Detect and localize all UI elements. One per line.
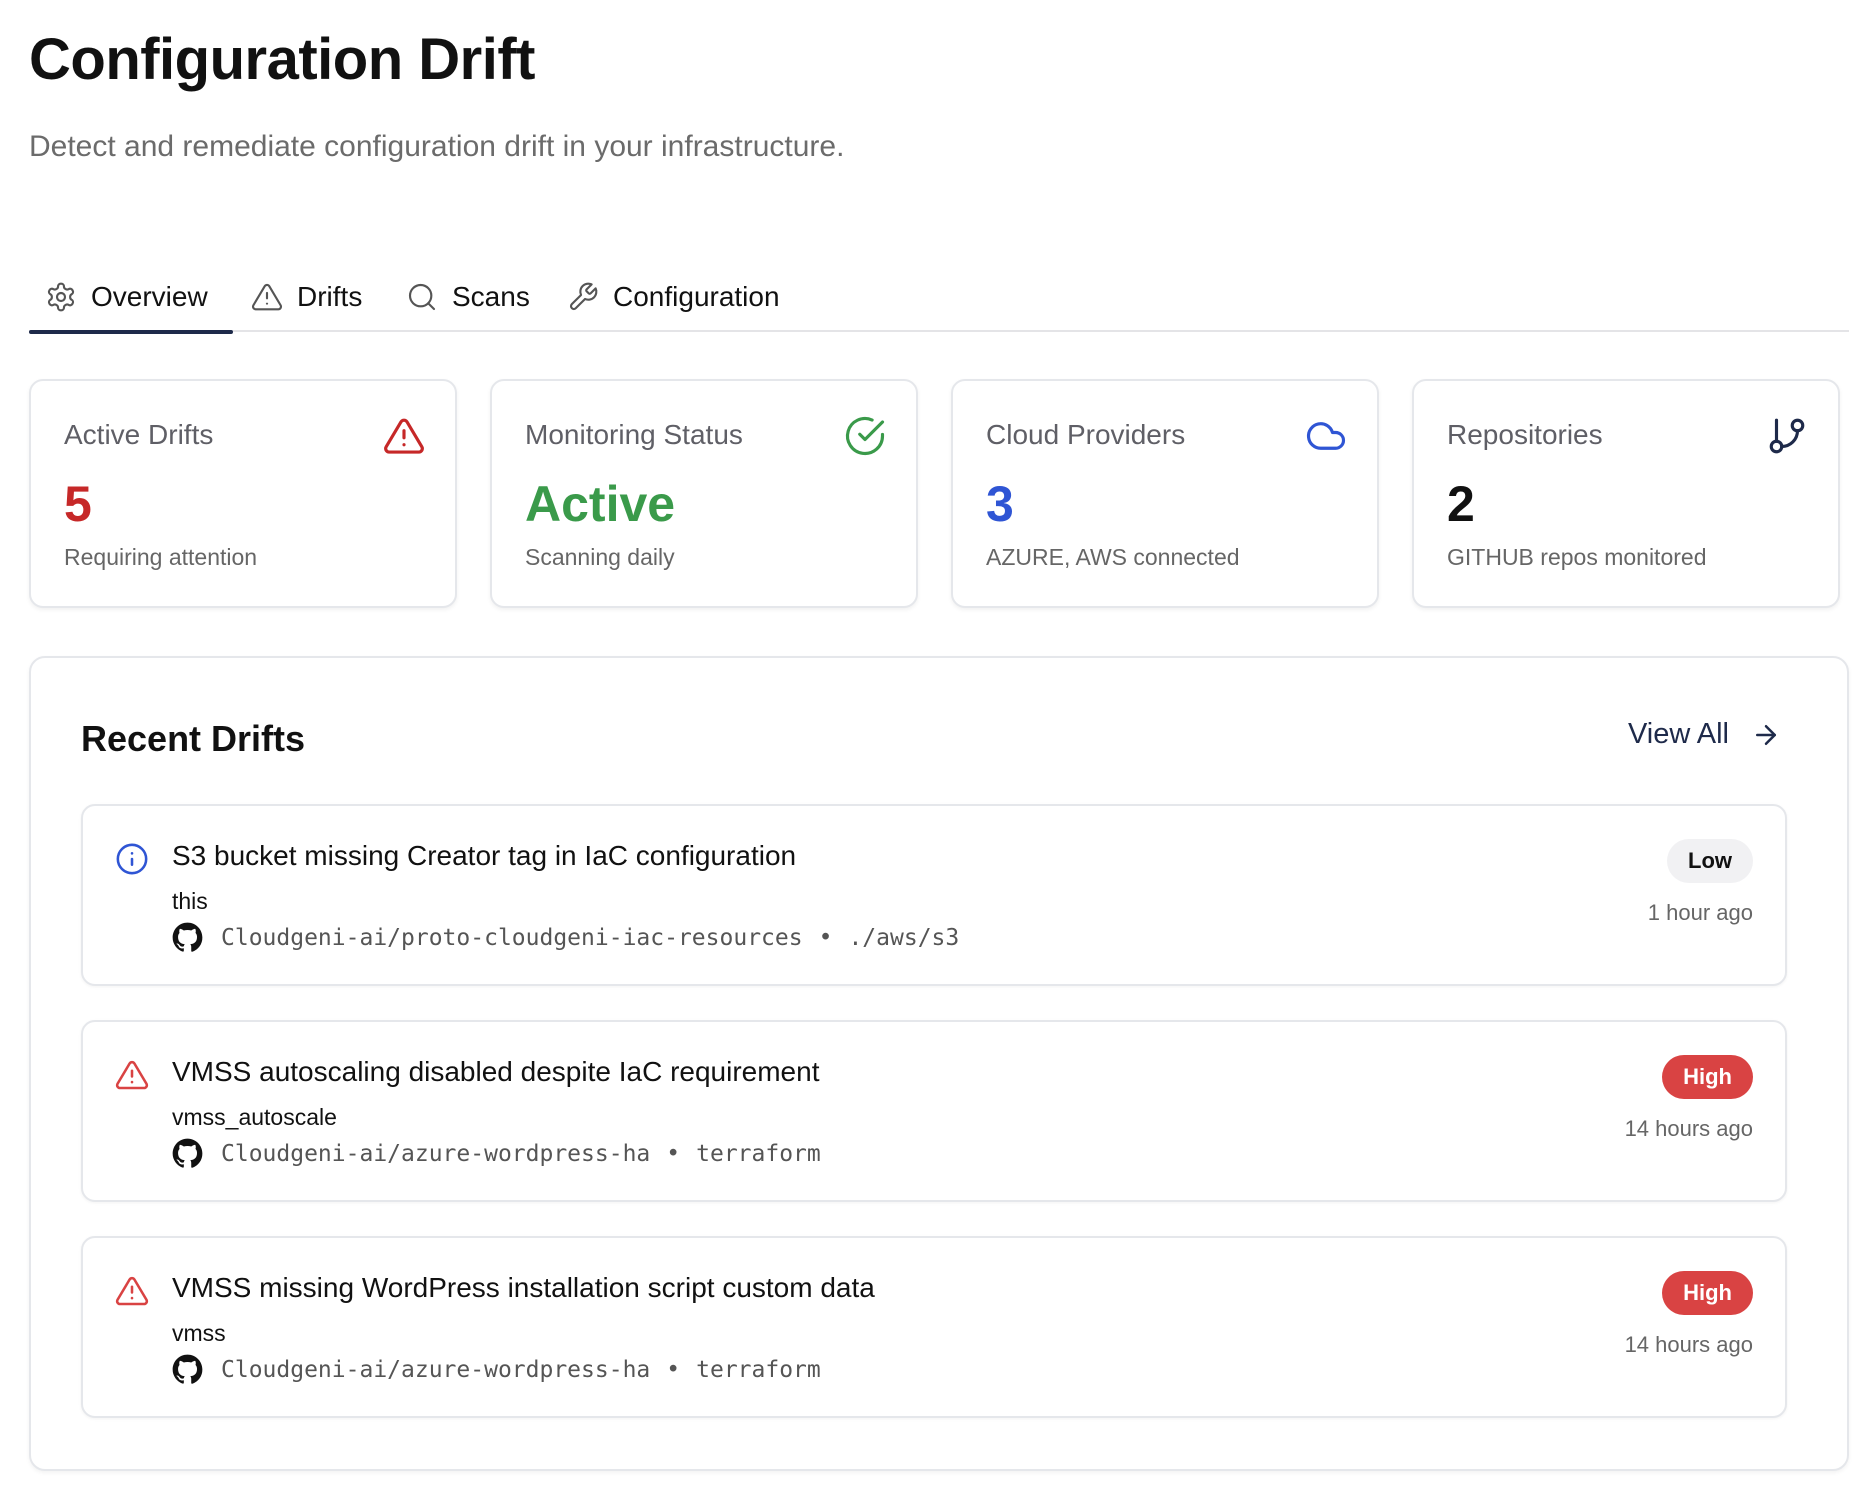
card-note: Requiring attention bbox=[64, 544, 258, 570]
card-monitoring-status: Monitoring Status Active Scanning daily bbox=[490, 379, 918, 608]
gear-icon bbox=[47, 282, 75, 312]
view-all-label: View All bbox=[1627, 718, 1729, 750]
drift-resource: this bbox=[172, 888, 208, 914]
tab-label: Scans bbox=[452, 281, 530, 312]
tab-configuration[interactable]: Configuration bbox=[567, 262, 780, 332]
drift-repo: Cloudgeni-ai/azure-wordpress-ha bbox=[221, 1140, 651, 1167]
drift-title: VMSS missing WordPress installation scri… bbox=[172, 1272, 875, 1303]
drift-item[interactable]: S3 bucket missing Creator tag in IaC con… bbox=[81, 804, 1787, 986]
separator: • bbox=[666, 1140, 681, 1167]
drift-repo: Cloudgeni-ai/proto-cloudgeni-iac-resourc… bbox=[221, 924, 803, 951]
card-active-drifts: Active Drifts 5 Requiring attention bbox=[29, 379, 457, 608]
drift-repo: Cloudgeni-ai/azure-wordpress-ha bbox=[221, 1356, 651, 1383]
arrow-right-icon bbox=[1756, 724, 1776, 745]
card-cloud-providers: Cloud Providers 3 AZURE, AWS connected bbox=[951, 379, 1379, 608]
separator: • bbox=[818, 924, 833, 951]
warning-icon bbox=[115, 1060, 149, 1090]
github-icon bbox=[172, 922, 203, 952]
card-note: AZURE, AWS connected bbox=[986, 544, 1240, 570]
check-circle-icon bbox=[845, 416, 885, 456]
view-all-link[interactable]: View All bbox=[1628, 718, 1781, 751]
drift-repo-row: Cloudgeni-ai/proto-cloudgeni-iac-resourc… bbox=[172, 922, 959, 953]
info-icon bbox=[116, 843, 148, 875]
severity-badge: High bbox=[1662, 1271, 1753, 1315]
card-repositories: Repositories 2 GITHUB repos monitored bbox=[1412, 379, 1840, 608]
drift-time: 14 hours ago bbox=[1624, 1116, 1753, 1141]
tab-scans[interactable]: Scans bbox=[406, 262, 530, 332]
card-label: Cloud Providers bbox=[986, 419, 1186, 450]
drift-path: terraform bbox=[696, 1356, 821, 1383]
tab-overview[interactable]: Overview bbox=[29, 262, 233, 334]
github-icon bbox=[172, 1354, 203, 1384]
drift-title: S3 bucket missing Creator tag in IaC con… bbox=[172, 840, 797, 871]
recent-drifts-panel: Recent Drifts View All S3 bucket missing… bbox=[29, 656, 1849, 1471]
tab-bar: Overview Drifts Scans Configuration bbox=[29, 262, 1849, 334]
warning-icon bbox=[251, 283, 283, 311]
drift-repo-row: Cloudgeni-ai/azure-wordpress-ha • terraf… bbox=[172, 1138, 821, 1169]
card-label: Repositories bbox=[1447, 419, 1603, 450]
recent-drifts-title: Recent Drifts bbox=[81, 718, 306, 759]
drift-resource: vmss_autoscale bbox=[172, 1104, 337, 1130]
drift-path: terraform bbox=[696, 1140, 821, 1167]
severity-badge: Low bbox=[1667, 839, 1753, 883]
page-subtitle: Detect and remediate configuration drift… bbox=[29, 130, 845, 163]
github-icon bbox=[172, 1138, 203, 1168]
drift-time: 1 hour ago bbox=[1647, 900, 1753, 925]
drift-repo-row: Cloudgeni-ai/azure-wordpress-ha • terraf… bbox=[172, 1354, 821, 1385]
card-value: 3 bbox=[986, 476, 1014, 532]
card-value: Active bbox=[525, 476, 676, 532]
card-value: 5 bbox=[64, 476, 92, 532]
tab-drifts[interactable]: Drifts bbox=[251, 262, 362, 332]
drift-time: 14 hours ago bbox=[1624, 1332, 1753, 1357]
git-branch-icon bbox=[1769, 418, 1805, 454]
drift-item[interactable]: VMSS missing WordPress installation scri… bbox=[81, 1236, 1787, 1418]
card-label: Active Drifts bbox=[64, 419, 214, 450]
card-note: GITHUB repos monitored bbox=[1447, 544, 1707, 570]
warning-icon bbox=[115, 1276, 149, 1306]
card-note: Scanning daily bbox=[525, 544, 675, 570]
search-icon bbox=[408, 283, 436, 311]
severity-badge: High bbox=[1662, 1055, 1753, 1099]
drift-path: ./aws/s3 bbox=[848, 924, 960, 951]
tab-label: Configuration bbox=[613, 281, 780, 312]
card-label: Monitoring Status bbox=[525, 419, 743, 450]
wrench-icon bbox=[569, 282, 598, 311]
warning-icon bbox=[384, 418, 424, 454]
drift-title: VMSS autoscaling disabled despite IaC re… bbox=[172, 1056, 820, 1087]
separator: • bbox=[666, 1356, 681, 1383]
drift-item[interactable]: VMSS autoscaling disabled despite IaC re… bbox=[81, 1020, 1787, 1202]
tab-label: Drifts bbox=[297, 281, 363, 312]
tab-label: Overview bbox=[91, 281, 208, 312]
page-title: Configuration Drift bbox=[29, 27, 535, 92]
drift-resource: vmss bbox=[172, 1320, 226, 1346]
cloud-icon bbox=[1306, 422, 1345, 450]
summary-cards: Active Drifts 5 Requiring attention Moni… bbox=[29, 379, 1849, 608]
card-value: 2 bbox=[1447, 476, 1475, 532]
